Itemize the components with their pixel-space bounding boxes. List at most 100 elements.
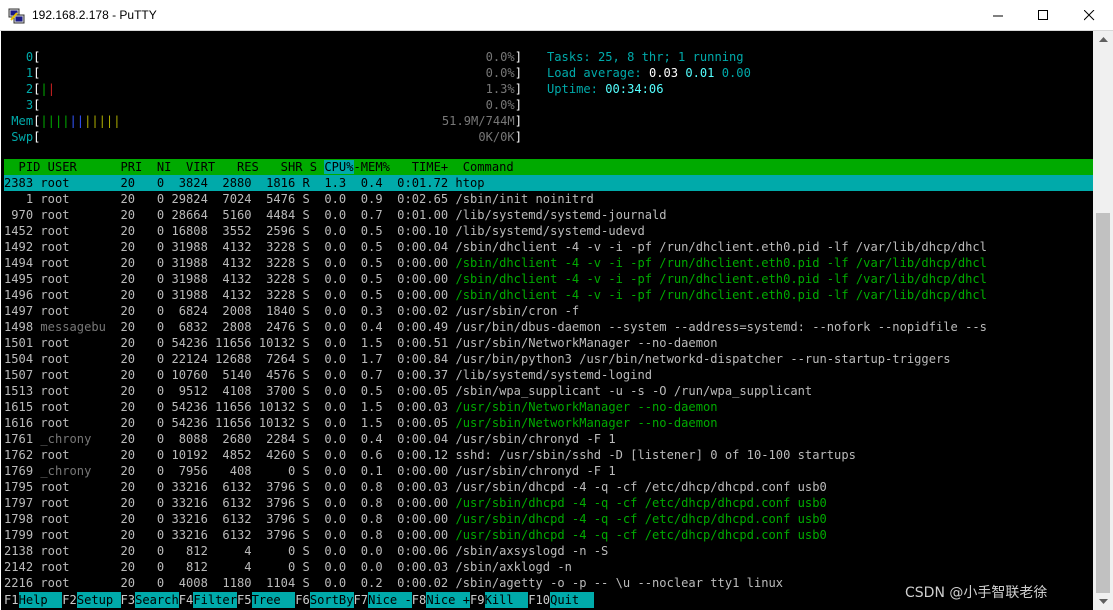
process-stats: 1492 root 20 0 31988 4132 3228 S 0.0 0.5… — [4, 240, 456, 254]
process-row[interactable]: 1495 root 20 0 31988 4132 3228 S 0.0 0.5… — [4, 271, 987, 287]
process-row[interactable]: 2216 root 20 0 4008 1180 1104 S 0.0 0.2 … — [4, 575, 783, 591]
minimize-icon — [992, 15, 1003, 17]
cpu-meter-2: 2[|| — [25, 82, 55, 96]
process-row[interactable]: 1 root 20 0 29824 7024 5476 S 0.0 0.9 0:… — [4, 191, 594, 207]
fkey-label[interactable]: Help — [18, 592, 63, 608]
process-stats: 1798 root 20 0 33216 6132 3796 S 0.0 0.8… — [4, 512, 456, 526]
function-key-bar: F1Help F2Setup F3SearchF4FilterF5Tree F6… — [4, 592, 594, 608]
process-command: /sbin/axsyslogd -n -S — [455, 544, 609, 558]
sort-column-cpu[interactable]: CPU% — [324, 160, 354, 174]
maximize-button[interactable] — [1020, 0, 1066, 31]
process-command: /lib/systemd/systemd-logind — [455, 368, 653, 382]
process-command: /usr/bin/python3 /usr/bin/networkd-dispa… — [455, 352, 951, 366]
close-icon — [1083, 10, 1094, 21]
process-command: /sbin/dhclient -4 -v -i -pf /run/dhclien… — [455, 240, 987, 254]
process-row[interactable]: 2138 root 20 0 812 4 0 S 0.0 0.0 0:00.06… — [4, 543, 608, 559]
process-row[interactable]: 1494 root 20 0 31988 4132 3228 S 0.0 0.5… — [4, 255, 987, 271]
process-row[interactable]: 1799 root 20 0 33216 6132 3796 S 0.0 0.8… — [4, 527, 827, 543]
process-stats: 1452 root 20 0 16808 3552 2596 S 0.0 0.5… — [4, 224, 456, 238]
process-command: /lib/systemd/systemd-journald — [455, 208, 667, 222]
process-row[interactable]: 1795 root 20 0 33216 6132 3796 S 0.0 0.8… — [4, 479, 827, 495]
fkey-f1[interactable]: F1 — [4, 593, 19, 607]
process-row[interactable]: 1798 root 20 0 33216 6132 3796 S 0.0 0.8… — [4, 511, 827, 527]
process-command: /usr/sbin/cron -f — [455, 304, 580, 318]
cpu-meter-0: 0[ — [25, 50, 41, 64]
process-row[interactable]: 1507 root 20 0 10760 5140 4576 S 0.0 0.7… — [4, 367, 652, 383]
process-stats: 2216 root 20 0 4008 1180 1104 S 0.0 0.2 … — [4, 576, 456, 590]
process-stats: 1501 root 20 0 54236 11656 10132 S 0.0 1… — [4, 336, 456, 350]
process-row[interactable]: 1496 root 20 0 31988 4132 3228 S 0.0 0.5… — [4, 287, 987, 303]
process-row[interactable]: 1492 root 20 0 31988 4132 3228 S 0.0 0.5… — [4, 239, 987, 255]
process-row[interactable]: 1497 root 20 0 6824 2008 1840 S 0.0 0.3 … — [4, 303, 579, 319]
fkey-f10[interactable]: F10 — [528, 593, 550, 607]
fkey-label[interactable]: Nice + — [426, 592, 470, 608]
scrollbar-thumb[interactable] — [1096, 213, 1110, 593]
process-row[interactable]: 1615 root 20 0 54236 11656 10132 S 0.0 1… — [4, 399, 718, 415]
process-stats: 1497 root 20 0 6824 2008 1840 S 0.0 0.3 … — [4, 304, 456, 318]
cpu-meter-0-value: 0.0%] — [485, 50, 522, 64]
process-command: /sbin/init noinitrd — [455, 192, 594, 206]
process-command: /usr/bin/dbus-daemon --system --address=… — [455, 320, 987, 334]
process-command: /usr/sbin/NetworkManager --no-daemon — [455, 336, 718, 350]
fkey-label[interactable]: Tree — [251, 592, 296, 608]
process-row[interactable]: 970 root 20 0 28664 5160 4484 S 0.0 0.7 … — [4, 207, 667, 223]
fkey-label[interactable]: SortBy — [309, 592, 354, 608]
process-stats: 1504 root 20 0 22124 12688 7264 S 0.0 1.… — [4, 352, 456, 366]
process-command: /sbin/dhclient -4 -v -i -pf /run/dhclien… — [455, 288, 987, 302]
fkey-label[interactable]: Nice - — [368, 592, 412, 608]
process-command: /usr/sbin/dhcpd -4 -q -cf /etc/dhcp/dhcp… — [455, 496, 827, 510]
fkey-f7[interactable]: F7 — [354, 593, 369, 607]
fkey-f5[interactable]: F5 — [237, 593, 252, 607]
fkey-label[interactable]: Setup — [76, 592, 121, 608]
process-stats: 1795 root 20 0 33216 6132 3796 S 0.0 0.8… — [4, 480, 456, 494]
swap-meter: Swp[ — [11, 130, 41, 144]
fkey-f2[interactable]: F2 — [62, 593, 77, 607]
process-row[interactable]: 1452 root 20 0 16808 3552 2596 S 0.0 0.5… — [4, 223, 645, 239]
process-stats: 1498 messagebu 20 0 6832 2808 2476 S 0.0… — [4, 320, 456, 334]
fkey-f3[interactable]: F3 — [121, 593, 136, 607]
cpu-meter-2-value: 1.3%] — [485, 82, 522, 96]
process-stats: 970 root 20 0 28664 5160 4484 S 0.0 0.7 … — [4, 208, 456, 222]
process-command: /sbin/dhclient -4 -v -i -pf /run/dhclien… — [455, 256, 987, 270]
swap-meter-value: 0K/0K] — [478, 130, 522, 144]
process-stats: 1761 _chrony 20 0 8088 2680 2284 S 0.0 0… — [4, 432, 456, 446]
putty-icon — [8, 8, 25, 24]
fkey-label[interactable]: Kill — [484, 592, 529, 608]
process-row[interactable]: 1501 root 20 0 54236 11656 10132 S 0.0 1… — [4, 335, 718, 351]
process-stats: 1496 root 20 0 31988 4132 3228 S 0.0 0.5… — [4, 288, 456, 302]
process-row[interactable]: 1513 root 20 0 9512 4108 3700 S 0.0 0.5 … — [4, 383, 812, 399]
fkey-f4[interactable]: F4 — [179, 593, 194, 607]
selected-process-row[interactable]: 2383 root 20 0 3824 2880 1816 R 1.3 0.4 … — [4, 175, 1093, 191]
process-table-header[interactable]: PID USER PRI NI VIRT RES SHR S CPU%-MEM%… — [4, 159, 1093, 175]
process-row[interactable]: 1761 _chrony 20 0 8088 2680 2284 S 0.0 0… — [4, 431, 616, 447]
process-row[interactable]: 1769 _chrony 20 0 7956 408 0 S 0.0 0.1 0… — [4, 463, 616, 479]
process-user: _chrony — [40, 432, 114, 446]
process-row[interactable]: 1616 root 20 0 54236 11656 10132 S 0.0 1… — [4, 415, 718, 431]
scroll-down-arrow-icon[interactable] — [1093, 593, 1113, 610]
process-row[interactable]: 1762 root 20 0 10192 4852 4260 S 0.0 0.6… — [4, 447, 856, 463]
terminal-area[interactable]: 0[ 0.0%] 1[ 0.0%] 2[|| 1.3%] 3[ 0.0%] Me… — [1, 31, 1093, 610]
process-row[interactable]: 1498 messagebu 20 0 6832 2808 2476 S 0.0… — [4, 319, 987, 335]
tasks-summary: Tasks: 25, 8 thr; 1 running — [547, 50, 744, 64]
process-stats: 1799 root 20 0 33216 6132 3796 S 0.0 0.8… — [4, 528, 456, 542]
process-stats: 2142 root 20 0 812 4 0 S 0.0 0.0 0:00.03 — [4, 560, 456, 574]
close-button[interactable] — [1066, 0, 1112, 31]
fkey-f9[interactable]: F9 — [470, 593, 485, 607]
scroll-up-arrow-icon[interactable] — [1093, 31, 1113, 48]
process-stats: 1615 root 20 0 54236 11656 10132 S 0.0 1… — [4, 400, 456, 414]
process-row[interactable]: 1797 root 20 0 33216 6132 3796 S 0.0 0.8… — [4, 495, 827, 511]
cpu-meter-3: 3[ — [25, 98, 41, 112]
process-row[interactable]: 1504 root 20 0 22124 12688 7264 S 0.0 1.… — [4, 351, 951, 367]
vertical-scrollbar[interactable] — [1093, 31, 1113, 610]
fkey-label[interactable]: Filter — [193, 592, 237, 608]
fkey-f6[interactable]: F6 — [295, 593, 310, 607]
process-command: /sbin/wpa_supplicant -u -s -O /run/wpa_s… — [455, 384, 813, 398]
title-bar: 192.168.2.178 - PuTTY — [0, 0, 1113, 31]
fkey-label[interactable]: Search — [135, 592, 179, 608]
fkey-label[interactable]: Quit — [550, 592, 594, 608]
process-row[interactable]: 2142 root 20 0 812 4 0 S 0.0 0.0 0:00.03… — [4, 559, 572, 575]
minimize-button[interactable] — [975, 0, 1021, 31]
uptime: Uptime: 00:34:06 — [547, 82, 664, 96]
process-command: /sbin/axklogd -n — [455, 560, 572, 574]
fkey-f8[interactable]: F8 — [412, 593, 427, 607]
